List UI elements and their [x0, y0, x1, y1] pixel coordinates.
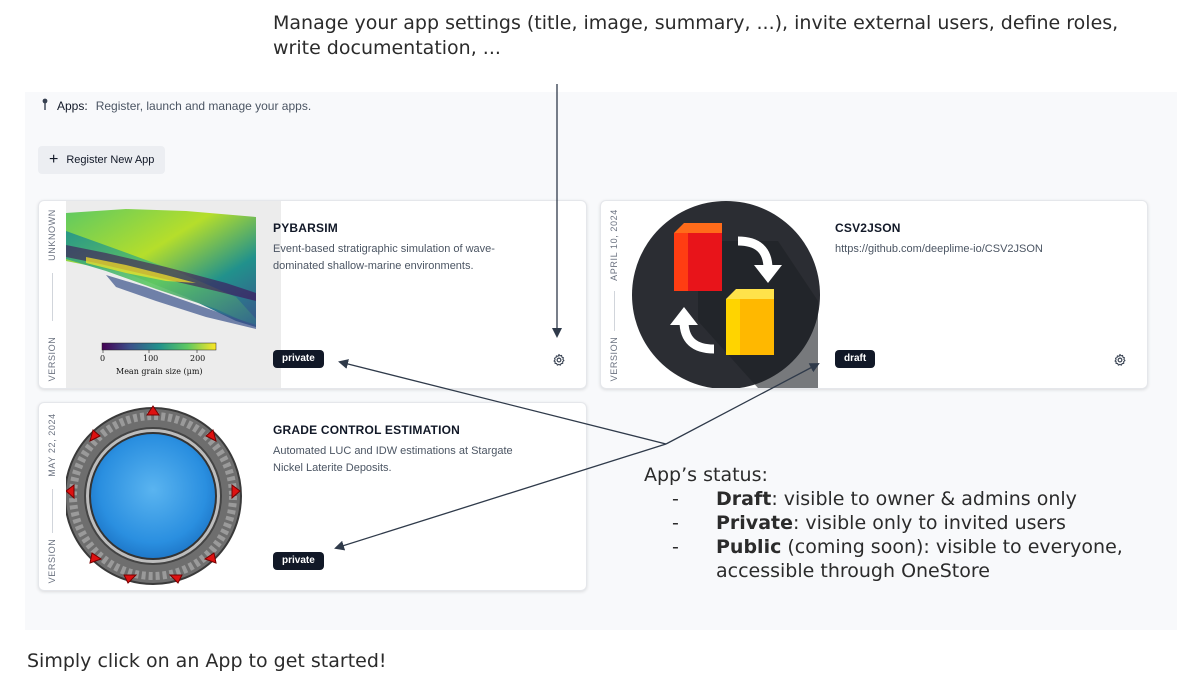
- app-card-csv2json[interactable]: APRIL 10, 2024 VERSION CSV2JSON https://…: [600, 200, 1148, 389]
- app-thumbnail: [66, 403, 281, 590]
- apps-header: Apps: Register, launch and manage your a…: [41, 98, 311, 113]
- status-name: Private: [716, 512, 793, 534]
- apps-description: Register, launch and manage your apps.: [95, 98, 312, 113]
- app-description: Automated LUC and IDW estimations at Sta…: [273, 445, 513, 474]
- divider: [52, 273, 53, 321]
- card-side-meta: UNKNOWN VERSION: [39, 201, 65, 388]
- status-name: Public: [716, 536, 782, 558]
- gear-icon[interactable]: [1113, 353, 1127, 367]
- app-version-label: VERSION: [47, 336, 57, 382]
- app-title: PYBARSIM: [273, 221, 338, 235]
- app-card-pybarsim[interactable]: UNKNOWN VERSION 0 100 200 Mean grain siz…: [38, 200, 587, 389]
- app-date: APRIL 10, 2024: [609, 209, 619, 281]
- register-button-label: Register New App: [66, 154, 155, 166]
- colorbar-tick-0: 0: [100, 354, 106, 363]
- status-dash: -: [672, 536, 679, 558]
- status-dash: -: [672, 488, 679, 510]
- app-version-label: VERSION: [609, 336, 619, 382]
- app-version-label: VERSION: [47, 538, 57, 584]
- app-description: Event-based stratigraphic simulation of …: [273, 243, 495, 272]
- card-side-meta: MAY 22, 2024 VERSION: [39, 403, 65, 590]
- status-name: Draft: [716, 488, 772, 510]
- plus-icon: +: [49, 151, 59, 168]
- status-text: : visible only to invited users: [792, 512, 1066, 534]
- annotation-settings: Manage your app settings (title, image, …: [273, 12, 1119, 59]
- status-badge: draft: [835, 350, 876, 368]
- status-item-draft: - Draft: visible to owner & admins only: [644, 487, 1164, 511]
- status-item-private: - Private: visible only to invited users: [644, 511, 1164, 535]
- colorbar-label: Mean grain size (μm): [116, 367, 203, 376]
- app-thumbnail: [628, 201, 843, 388]
- annotation-status: App’s status: - Draft: visible to owner …: [644, 463, 1164, 583]
- apps-label: Apps:: [57, 98, 88, 113]
- card-side-meta: APRIL 10, 2024 VERSION: [601, 201, 627, 388]
- colorbar-tick-100: 100: [143, 354, 159, 363]
- app-title: GRADE CONTROL ESTIMATION: [273, 423, 461, 437]
- app-title: CSV2JSON: [835, 221, 901, 235]
- status-badge: private: [273, 350, 324, 368]
- app-date: UNKNOWN: [47, 209, 57, 261]
- app-description: https://github.com/deeplime-io/CSV2JSON: [835, 243, 1043, 255]
- gear-icon[interactable]: [552, 353, 566, 367]
- colorbar-tick-200: 200: [190, 354, 206, 363]
- app-card-grade-control-estimation[interactable]: MAY 22, 2024 VERSION GRADE CONTROL ESTIM…: [38, 402, 587, 591]
- status-item-public: - Public (coming soon): visible to every…: [644, 535, 1164, 583]
- status-badge: private: [273, 552, 324, 570]
- annotation-get-started: Simply click on an App to get started!: [27, 650, 387, 672]
- status-text: : visible to owner & admins only: [771, 488, 1077, 510]
- pin-icon: [41, 98, 49, 113]
- app-date: MAY 22, 2024: [47, 413, 57, 477]
- app-thumbnail: 0 100 200 Mean grain size (μm): [66, 201, 281, 388]
- status-heading: App’s status:: [644, 464, 768, 486]
- status-dash: -: [672, 512, 679, 534]
- divider: [52, 489, 53, 533]
- divider: [614, 291, 615, 331]
- register-new-app-button[interactable]: + Register New App: [38, 146, 165, 174]
